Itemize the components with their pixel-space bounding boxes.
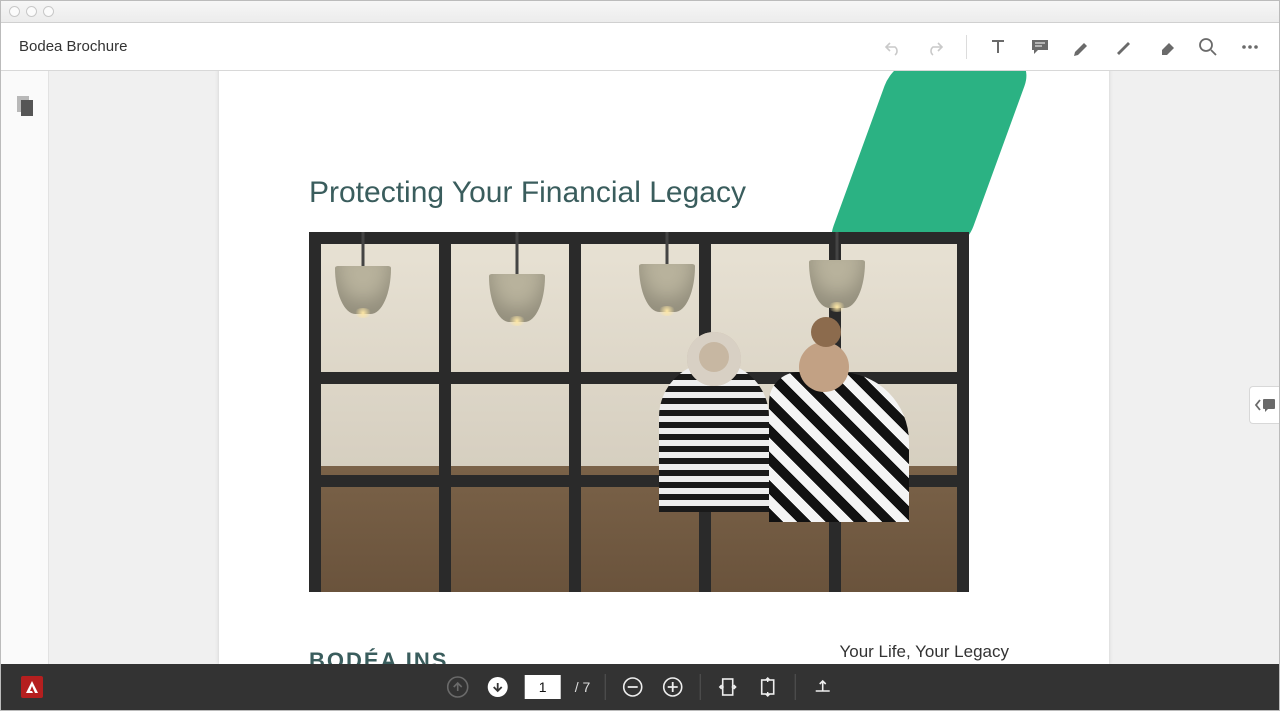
adobe-badge[interactable]: [21, 676, 43, 698]
pdf-page: Protecting Your Financial Legacy Your Li…: [219, 71, 1109, 664]
zoom-out-button[interactable]: [619, 674, 645, 700]
highlight-tool-button[interactable]: [1071, 36, 1093, 58]
text-icon: [989, 38, 1007, 56]
search-icon: [1198, 37, 1218, 57]
arrow-up-icon: [447, 676, 469, 698]
comment-icon: [1030, 38, 1050, 56]
page-number-input[interactable]: [525, 675, 561, 699]
fullscreen-button[interactable]: [809, 674, 835, 700]
zoom-out-icon: [621, 676, 643, 698]
page-total-label: / 7: [575, 679, 591, 695]
adobe-icon: [25, 680, 39, 694]
comment-tool-button[interactable]: [1029, 36, 1051, 58]
document-title: Bodea Brochure: [19, 38, 127, 55]
bottombar-separator: [604, 674, 605, 700]
fit-page-button[interactable]: [754, 674, 780, 700]
window-titlebar: [1, 1, 1279, 23]
undo-icon: [883, 38, 903, 56]
hero-photo: [309, 232, 969, 592]
fit-width-icon: [717, 677, 737, 697]
workspace: Protecting Your Financial Legacy Your Li…: [1, 71, 1279, 664]
next-page-button[interactable]: [485, 674, 511, 700]
draw-tool-button[interactable]: [1113, 36, 1135, 58]
fit-width-button[interactable]: [714, 674, 740, 700]
fullscreen-icon: [812, 677, 832, 697]
accent-shape: [823, 71, 1036, 256]
more-button[interactable]: [1239, 36, 1261, 58]
fit-page-icon: [757, 677, 777, 697]
draw-icon: [1114, 38, 1134, 56]
text-tool-button[interactable]: [987, 36, 1009, 58]
erase-tool-button[interactable]: [1155, 36, 1177, 58]
bottombar-separator: [794, 674, 795, 700]
zoom-in-button[interactable]: [659, 674, 685, 700]
prev-page-button[interactable]: [445, 674, 471, 700]
maximize-window-icon[interactable]: [43, 6, 54, 17]
canvas[interactable]: Protecting Your Financial Legacy Your Li…: [49, 71, 1279, 664]
erase-icon: [1156, 38, 1176, 56]
thumbnails-icon: [15, 94, 35, 116]
toolbar-separator: [966, 35, 967, 59]
redo-button[interactable]: [924, 36, 946, 58]
toolbar-right: [882, 35, 1261, 59]
highlight-icon: [1072, 38, 1092, 56]
left-rail: [1, 71, 49, 664]
minimize-window-icon[interactable]: [26, 6, 37, 17]
close-window-icon[interactable]: [9, 6, 20, 17]
more-icon: [1240, 37, 1260, 57]
redo-icon: [925, 38, 945, 56]
top-toolbar: Bodea Brochure: [1, 23, 1279, 71]
bottom-toolbar: / 7: [1, 664, 1279, 710]
chevron-comment-icon: [1254, 396, 1276, 414]
zoom-in-icon: [661, 676, 683, 698]
brand-logo: BODÉA INS: [309, 648, 448, 664]
side-panel-toggle[interactable]: [1249, 386, 1279, 424]
arrow-down-icon: [487, 676, 509, 698]
thumbnails-button[interactable]: [11, 91, 39, 119]
search-button[interactable]: [1197, 36, 1219, 58]
bottom-center-controls: / 7: [445, 674, 836, 700]
undo-button[interactable]: [882, 36, 904, 58]
bottombar-separator: [699, 674, 700, 700]
